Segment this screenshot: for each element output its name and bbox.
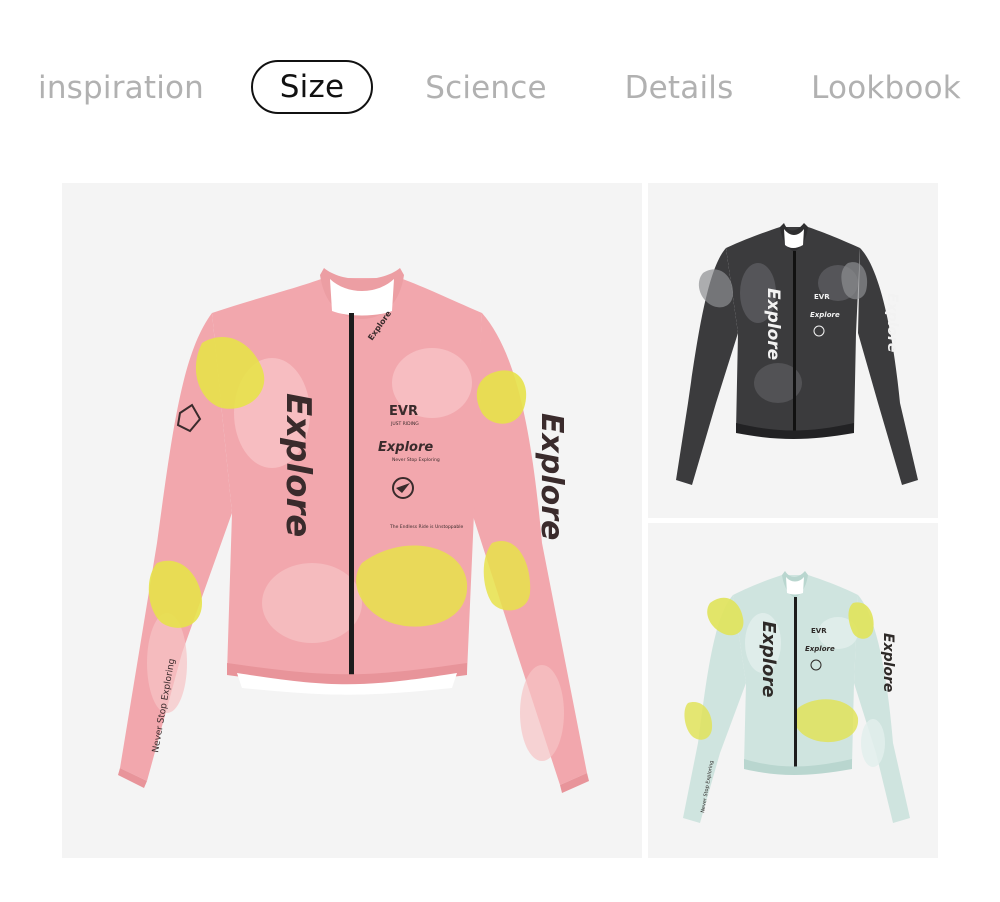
jersey-brand: EVR (389, 404, 418, 419)
black-jersey-explore-logo: Explore (810, 311, 840, 319)
product-image-main[interactable]: Explore Explore EVR JUST RIDING Explore … (62, 183, 642, 858)
jersey-explore-sub: Never Stop Exploring (392, 457, 440, 463)
tab-bar: inspiration Size Science Details Lookboo… (0, 60, 1000, 116)
jersey-explore-logo: Explore (378, 440, 433, 455)
zipper (349, 313, 354, 683)
jersey-pink-illustration: Explore Explore EVR JUST RIDING Explore … (118, 268, 589, 793)
tab-inspiration[interactable]: inspiration (38, 60, 204, 116)
jersey-black-illustration: Explore Explore EVR Explore (676, 223, 918, 485)
jersey-brand-sub: JUST RIDING (390, 421, 419, 427)
jersey-small-print: The Endless Ride is Unstoppable (389, 524, 464, 530)
jersey-chest-text: Explore (278, 393, 318, 537)
black-jersey-sleeve-text: Explore (884, 293, 900, 352)
tab-science[interactable]: Science (424, 60, 548, 116)
black-jersey-chest-text: Explore (763, 288, 783, 360)
mint-jersey-chest-text: Explore (758, 621, 779, 697)
product-image-black[interactable]: Explore Explore EVR Explore (648, 183, 938, 518)
mint-jersey-explore-logo: Explore (805, 645, 835, 653)
jersey-sleeve-explore: Explore (534, 413, 569, 540)
product-image-mint[interactable]: Explore Explore EVR Explore Never Stop E… (648, 523, 938, 858)
tab-details[interactable]: Details (624, 60, 734, 116)
black-jersey-brand: EVR (814, 293, 830, 301)
jersey-mint-illustration: Explore Explore EVR Explore Never Stop E… (683, 571, 910, 823)
mint-jersey-sleeve-explore: Explore (880, 633, 896, 692)
mint-jersey-brand: EVR (811, 627, 827, 635)
tab-size[interactable]: Size (251, 60, 373, 114)
tab-lookbook[interactable]: Lookbook (810, 60, 962, 116)
